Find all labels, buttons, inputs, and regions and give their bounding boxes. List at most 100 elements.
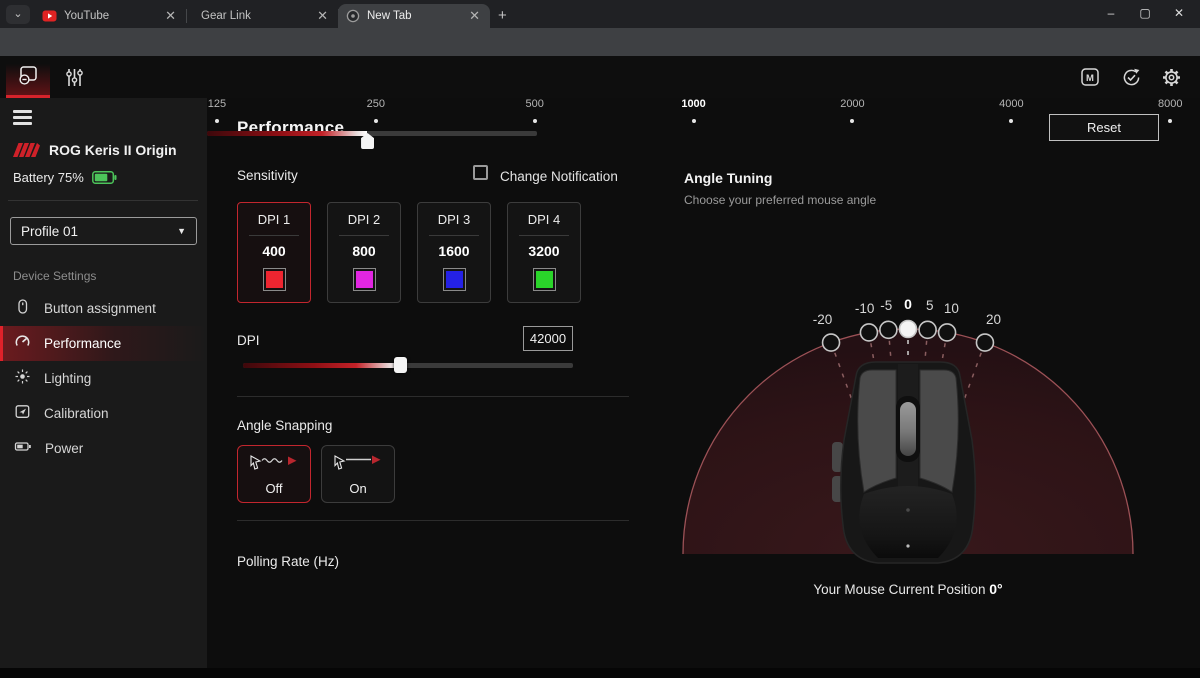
- svg-text:M: M: [1086, 73, 1094, 84]
- sidebar-item-label: Calibration: [44, 406, 109, 421]
- angle-snapping-on[interactable]: On: [321, 445, 395, 503]
- dpi-preset-name: DPI 4: [528, 212, 561, 227]
- sidebar: ROG Keris II Origin Battery 75% Profile …: [0, 98, 207, 668]
- polling-tick-dot[interactable]: [1168, 119, 1172, 123]
- tab-title: New Tab: [367, 10, 467, 22]
- dpi-slider-fill: [243, 363, 400, 368]
- sidebar-item-button-assignment[interactable]: Button assignment: [0, 291, 207, 326]
- device-settings-label: Device Settings: [13, 269, 96, 283]
- dpi-preset-cards: DPI 1400DPI 2800 DPI 3 1600 DPI 4 3200: [237, 202, 581, 303]
- browser-toolbar: ← → G GearLink.asus.com ☆ Error ⋮⋮: [0, 28, 1200, 56]
- sidebar-divider: [8, 200, 198, 201]
- reset-button[interactable]: Reset: [1049, 114, 1159, 141]
- dpi-preset-dpi-4[interactable]: DPI 4 3200: [507, 202, 581, 303]
- polling-tick-dot[interactable]: [692, 119, 696, 123]
- browser-tab-new-tab[interactable]: New Tab✕: [338, 4, 490, 28]
- snap-option-label: On: [349, 481, 366, 496]
- sliders-icon: [64, 67, 85, 88]
- profile-dropdown[interactable]: Profile 01 ▼: [10, 217, 197, 245]
- sync-button[interactable]: [1120, 66, 1142, 88]
- polling-option-4000[interactable]: 4000: [999, 98, 1023, 110]
- angle-dot--5[interactable]: [880, 321, 897, 338]
- dpi-color-swatch[interactable]: [533, 268, 556, 291]
- polling-track[interactable]: [207, 131, 537, 136]
- section-divider: [237, 396, 629, 397]
- angle-dot-5[interactable]: [919, 321, 936, 338]
- dpi-preset-name: DPI 2: [348, 212, 381, 227]
- mouse-icon: [14, 298, 31, 320]
- gear-icon: [1161, 67, 1182, 88]
- new-tab-button[interactable]: +: [490, 4, 515, 28]
- send-icon: [14, 403, 31, 425]
- browser-tab-strip: ⌄ YouTube✕Gear Link✕New Tab✕+ – ▢ ✕: [0, 0, 1200, 28]
- angle-dot--20[interactable]: [823, 334, 840, 351]
- mouse-image: [826, 360, 990, 565]
- angle-dot-10[interactable]: [939, 324, 956, 341]
- tab-device[interactable]: [6, 56, 50, 98]
- polling-tick-dot[interactable]: [215, 119, 219, 123]
- dpi-preset-dpi-2[interactable]: DPI 2800: [327, 202, 401, 303]
- dpi-color-swatch[interactable]: [263, 268, 286, 291]
- angle-label-0: 0: [904, 296, 912, 312]
- profile-value: Profile 01: [21, 224, 177, 239]
- sidebar-item-lighting[interactable]: Lighting: [0, 361, 207, 396]
- chevron-down-icon: ▼: [177, 226, 186, 236]
- browser-tab-youtube[interactable]: YouTube✕: [34, 4, 186, 28]
- hamburger-menu-icon[interactable]: [13, 110, 32, 128]
- section-divider: [237, 520, 629, 521]
- angle-dot-0[interactable]: [900, 321, 917, 338]
- close-icon[interactable]: ✕: [1162, 0, 1196, 26]
- sidebar-item-power[interactable]: Power: [0, 431, 207, 466]
- settings-button[interactable]: [1160, 66, 1182, 88]
- angle-label--10: -10: [855, 301, 875, 316]
- sidebar-item-label: Performance: [44, 336, 121, 351]
- tab-search-button[interactable]: ⌄: [6, 5, 30, 24]
- angle-dot-20[interactable]: [976, 334, 993, 351]
- dpi-preset-dpi-3[interactable]: DPI 3 1600: [417, 202, 491, 303]
- main-content: Performance Reset Sensitivity Change Not…: [207, 98, 1200, 668]
- dpi-slider-thumb[interactable]: [394, 357, 407, 373]
- sidebar-menu: Button assignment Performance Lighting Cali…: [0, 291, 207, 466]
- dpi-color-swatch[interactable]: [443, 268, 466, 291]
- sidebar-item-label: Button assignment: [44, 301, 156, 316]
- change-notification-checkbox[interactable]: [473, 165, 488, 180]
- dpi-slider-track[interactable]: [243, 363, 573, 368]
- tab-close-icon[interactable]: ✕: [467, 8, 482, 24]
- polling-option-1000[interactable]: 1000: [681, 98, 705, 110]
- tab-close-icon[interactable]: ✕: [163, 8, 178, 24]
- sync-check-icon: [1121, 67, 1142, 88]
- polling-tick-dot[interactable]: [850, 119, 854, 123]
- polling-option-125[interactable]: 125: [208, 98, 226, 110]
- change-notification-label: Change Notification: [500, 169, 618, 184]
- sidebar-item-performance[interactable]: Performance: [0, 326, 207, 361]
- minimize-icon[interactable]: –: [1094, 0, 1128, 26]
- sidebar-item-label: Power: [45, 441, 83, 456]
- polling-tick-dot[interactable]: [533, 119, 537, 123]
- tab-close-icon[interactable]: ✕: [315, 8, 330, 24]
- polling-tick-dot[interactable]: [1009, 119, 1013, 123]
- polling-option-250[interactable]: 250: [367, 98, 385, 110]
- angle-snapping-label: Angle Snapping: [237, 418, 332, 433]
- dpi-value-input[interactable]: 42000: [523, 326, 573, 351]
- rog-logo: [13, 143, 40, 157]
- position-value: 0°: [989, 581, 1002, 597]
- tab-tuning[interactable]: [52, 56, 96, 98]
- angle-snapping-off[interactable]: Off: [237, 445, 311, 503]
- polling-tick-dot[interactable]: [374, 119, 378, 123]
- dpi-slider-label: DPI: [237, 333, 260, 348]
- polling-option-500[interactable]: 500: [526, 98, 544, 110]
- angle-label-10: 10: [944, 301, 959, 316]
- angle-dot--10[interactable]: [860, 324, 877, 341]
- angle-tuning-title: Angle Tuning: [684, 170, 772, 186]
- macro-button[interactable]: M: [1079, 66, 1101, 88]
- dpi-color-swatch[interactable]: [353, 268, 376, 291]
- dpi-preset-dpi-1[interactable]: DPI 1400: [237, 202, 311, 303]
- dpi-preset-name: DPI 3: [438, 212, 471, 227]
- polling-option-2000[interactable]: 2000: [840, 98, 864, 110]
- sidebar-item-calibration[interactable]: Calibration: [0, 396, 207, 431]
- browser-tab-gear-link[interactable]: Gear Link✕: [186, 4, 338, 28]
- dpi-preset-value: 3200: [528, 243, 559, 259]
- maximize-icon[interactable]: ▢: [1128, 0, 1162, 26]
- polling-option-8000[interactable]: 8000: [1158, 98, 1182, 110]
- dpi-preset-value: 1600: [438, 243, 469, 259]
